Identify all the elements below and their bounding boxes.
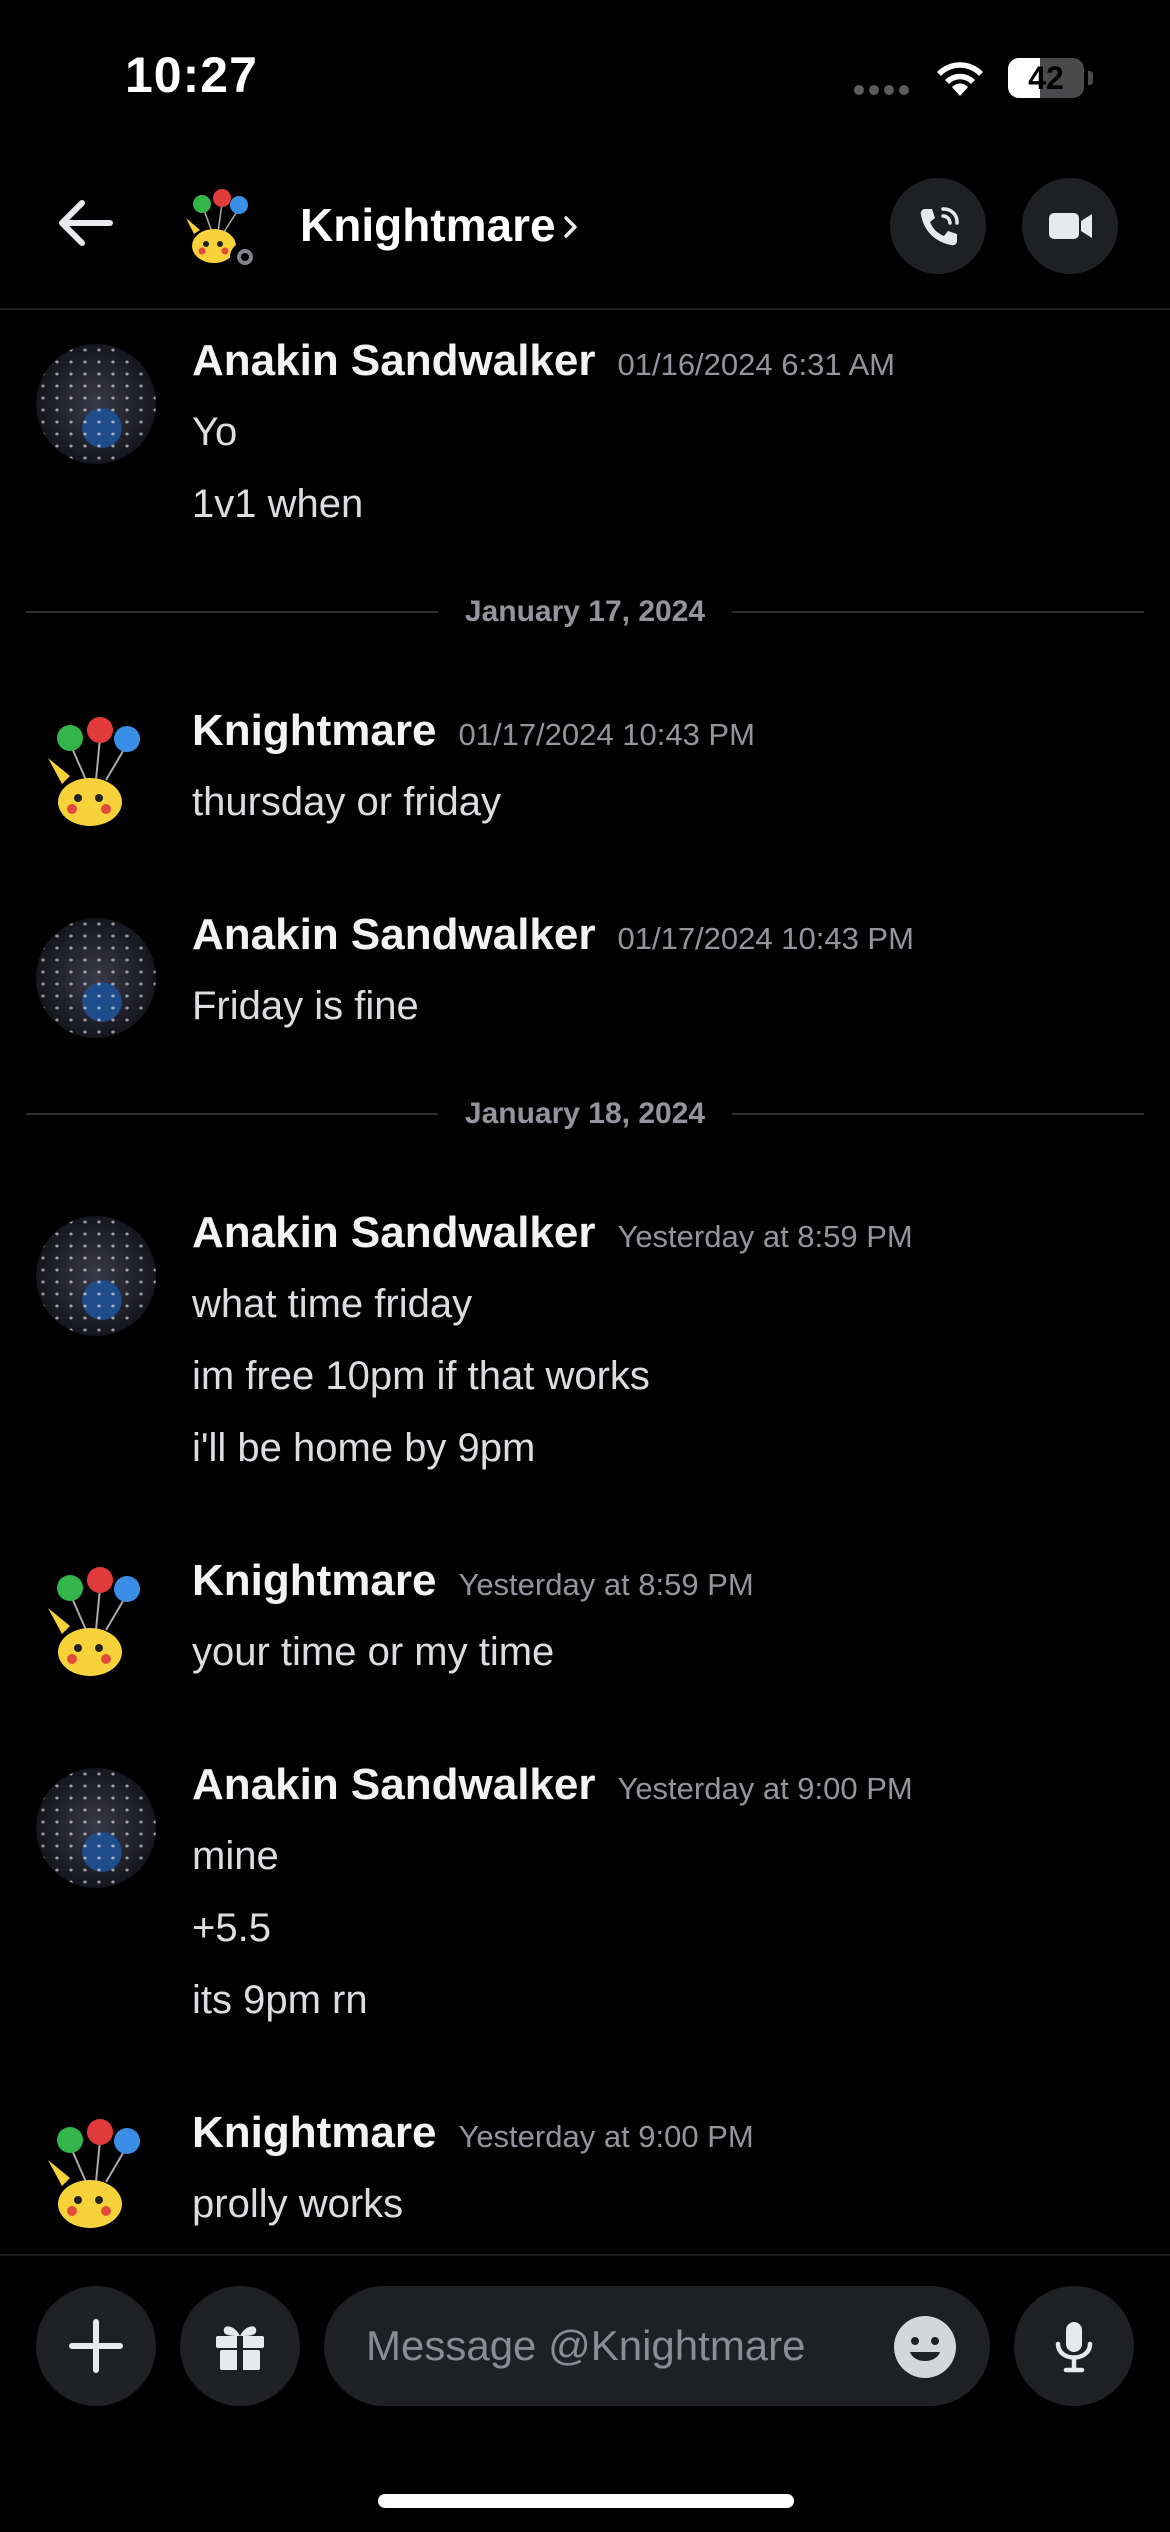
gift-icon [216, 2326, 264, 2370]
night-sky-avatar[interactable] [36, 1216, 156, 1336]
voice-message-button[interactable] [1014, 2286, 1134, 2406]
attach-button[interactable] [36, 2286, 156, 2406]
wifi-icon [937, 62, 983, 96]
chevron-right-icon[interactable] [560, 210, 582, 244]
night-sky-avatar[interactable] [36, 1768, 156, 1888]
message-timestamp: 01/17/2024 10:43 PM [458, 717, 755, 752]
status-time: 10:27 [125, 47, 258, 103]
channel-title[interactable]: Knightmare [300, 198, 556, 252]
cellular-signal-icon [854, 82, 914, 100]
message-line: i'll be home by 9pm [192, 1426, 536, 1470]
message-line: its 9pm rn [192, 1978, 368, 2022]
battery-icon: 42 [1008, 58, 1093, 98]
offline-status-icon [230, 242, 260, 272]
microphone-icon [1055, 2322, 1093, 2373]
pikachu-balloons-avatar[interactable] [36, 1564, 156, 1684]
message-line: Friday is fine [192, 984, 419, 1028]
message-line: mine [192, 1834, 279, 1878]
message-input[interactable] [324, 2286, 990, 2406]
message-line: Yo [192, 410, 238, 454]
message-author[interactable]: Knightmare [192, 706, 436, 755]
voice-call-button[interactable] [890, 178, 986, 274]
message-author[interactable]: Anakin Sandwalker [192, 910, 595, 959]
message-line: thursday or friday [192, 780, 502, 824]
message-timestamp: Yesterday at 9:00 PM [617, 1771, 913, 1806]
plus-icon [69, 2319, 123, 2373]
message-timestamp: 01/17/2024 10:43 PM [617, 921, 914, 956]
date-divider: January 18, 2024 [26, 1094, 1144, 1134]
header-avatar[interactable] [178, 188, 260, 272]
message-line: im free 10pm if that works [192, 1354, 650, 1398]
emoji-icon[interactable] [892, 2314, 958, 2380]
message-composer [0, 2254, 1170, 2532]
message-timestamp: Yesterday at 8:59 PM [617, 1219, 913, 1254]
message-line: +5.5 [192, 1906, 271, 1950]
date-divider: January 17, 2024 [26, 592, 1144, 632]
message-author[interactable]: Knightmare [192, 2108, 436, 2157]
pikachu-balloons-avatar[interactable] [36, 2116, 156, 2236]
message-line: your time or my time [192, 1630, 555, 1674]
message-list[interactable]: Anakin Sandwalker 01/16/2024 6:31 AM Yo 1… [0, 312, 1170, 2254]
message-line: prolly works [192, 2182, 404, 2226]
message-line: 1v1 when [192, 482, 364, 526]
message-author[interactable]: Knightmare [192, 1556, 436, 1605]
message-timestamp: 01/16/2024 6:31 AM [617, 347, 895, 382]
arrow-left-icon[interactable] [50, 188, 120, 258]
message-author[interactable]: Anakin Sandwalker [192, 336, 595, 385]
chat-header: Knightmare [0, 150, 1170, 310]
status-bar: 10:27 42 [0, 0, 1170, 150]
message-author[interactable]: Anakin Sandwalker [192, 1208, 595, 1257]
message-author[interactable]: Anakin Sandwalker [192, 1760, 595, 1809]
night-sky-avatar[interactable] [36, 918, 156, 1038]
home-indicator[interactable] [378, 2494, 794, 2508]
pikachu-balloons-avatar[interactable] [36, 714, 156, 834]
night-sky-avatar[interactable] [36, 344, 156, 464]
video-call-button[interactable] [1022, 178, 1118, 274]
message-timestamp: Yesterday at 9:00 PM [458, 2119, 754, 2154]
video-camera-icon [1049, 213, 1092, 239]
message-timestamp: Yesterday at 8:59 PM [458, 1567, 754, 1602]
phone-call-icon [920, 207, 959, 246]
gift-button[interactable] [180, 2286, 300, 2406]
battery-percent: 42 [1028, 60, 1064, 96]
message-line: what time friday [192, 1282, 473, 1326]
